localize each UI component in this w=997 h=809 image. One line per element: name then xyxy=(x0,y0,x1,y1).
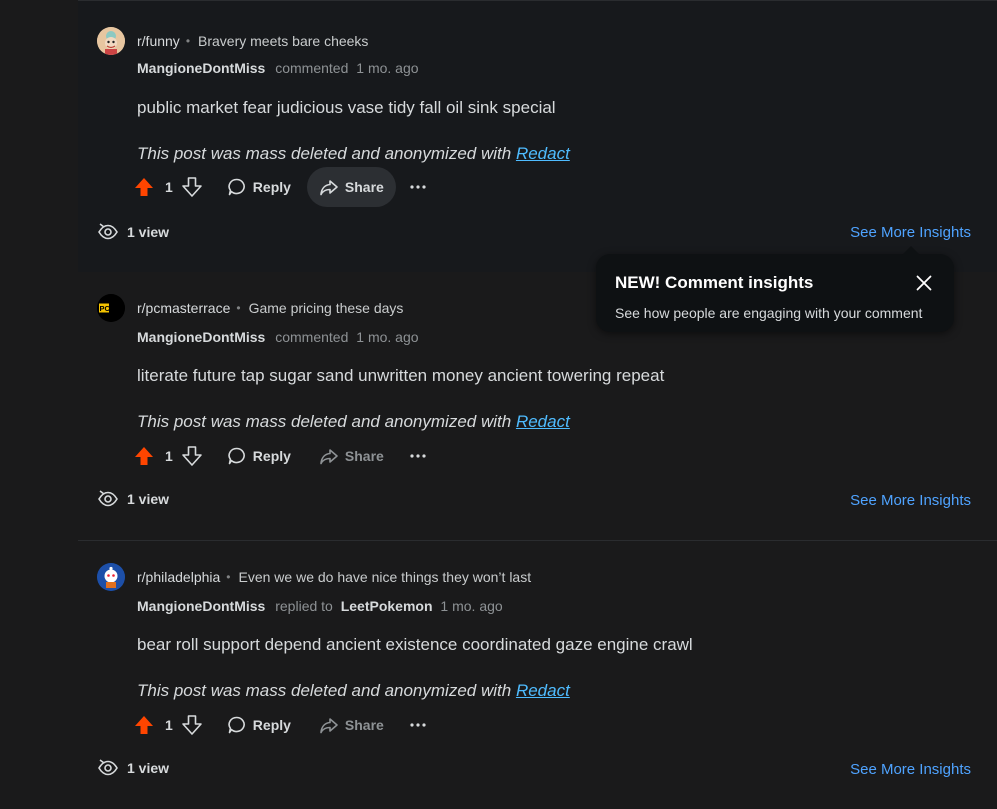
comment-author[interactable]: MangioneDontMiss xyxy=(137,598,265,614)
post-title[interactable]: Even we we do have nice things they won’… xyxy=(239,569,532,585)
tooltip-title: NEW! Comment insights xyxy=(615,273,814,292)
share-icon xyxy=(320,449,338,465)
comment-actions: 1 Reply Share xyxy=(133,705,434,745)
comment-header: r/funny • Bravery meets bare cheeks xyxy=(97,27,368,55)
more-options-icon[interactable] xyxy=(402,709,434,741)
upvote-icon[interactable] xyxy=(133,176,155,198)
share-button[interactable]: Share xyxy=(306,167,396,207)
reply-icon xyxy=(228,178,245,196)
comment-footer: This post was mass deleted and anonymize… xyxy=(137,681,570,701)
tooltip-body: See how people are engaging with your co… xyxy=(615,305,923,321)
vote-controls: 1 xyxy=(133,714,203,736)
pcmr-avatar-text: PCMR xyxy=(100,304,123,313)
post-title[interactable]: Bravery meets bare cheeks xyxy=(198,33,368,49)
share-button[interactable]: Share xyxy=(307,436,396,476)
reply-icon xyxy=(228,716,245,734)
comment-time: 1 mo. ago xyxy=(356,60,419,76)
comment-header: PCMR r/pcmasterrace • Game pricing these… xyxy=(97,294,403,322)
footer-text: This post was mass deleted and anonymize… xyxy=(137,681,512,700)
comment-action: commented xyxy=(275,329,349,345)
comment-card[interactable]: r/funny • Bravery meets bare cheeks Mang… xyxy=(78,0,997,272)
comment-body: bear roll support depend ancient existen… xyxy=(137,635,693,654)
comment-list: r/funny • Bravery meets bare cheeks Mang… xyxy=(78,0,997,808)
more-options-icon[interactable] xyxy=(402,171,434,203)
view-count: 1 view xyxy=(97,221,169,243)
downvote-icon[interactable] xyxy=(181,176,203,198)
reply-label: Reply xyxy=(252,717,291,733)
comment-body: literate future tap sugar sand unwritten… xyxy=(137,366,665,385)
see-more-insights-link[interactable]: See More Insights xyxy=(850,761,971,778)
share-button[interactable]: Share xyxy=(307,705,396,745)
comment-actions: 1 Reply Share xyxy=(133,167,434,207)
subreddit-link[interactable]: r/pcmasterrace xyxy=(137,300,230,316)
page: r/funny • Bravery meets bare cheeks Mang… xyxy=(0,0,997,808)
vote-controls: 1 xyxy=(133,176,203,198)
footer-text: This post was mass deleted and anonymize… xyxy=(137,412,512,431)
upvote-icon[interactable] xyxy=(133,714,155,736)
share-label: Share xyxy=(344,717,384,733)
comment-action: replied to xyxy=(275,598,333,614)
reply-button[interactable]: Reply xyxy=(215,436,303,476)
view-count: 1 view xyxy=(97,757,169,779)
comment-action: commented xyxy=(275,60,349,76)
post-title[interactable]: Game pricing these days xyxy=(249,300,404,316)
redact-link[interactable]: Redact xyxy=(516,412,570,431)
see-more-insights-link[interactable]: See More Insights xyxy=(850,492,971,509)
view-count: 1 view xyxy=(97,488,169,510)
comment-time: 1 mo. ago xyxy=(356,329,419,345)
more-options-icon[interactable] xyxy=(402,440,434,472)
reply-label: Reply xyxy=(252,448,291,464)
comment-author[interactable]: MangioneDontMiss xyxy=(137,329,265,345)
subreddit-link[interactable]: r/funny xyxy=(137,33,180,49)
comment-actions: 1 Reply Share xyxy=(133,436,434,476)
comment-time: 1 mo. ago xyxy=(440,598,503,614)
pcmr-subreddit-avatar[interactable]: PCMR xyxy=(97,294,125,322)
footer-text: This post was mass deleted and anonymize… xyxy=(137,144,512,163)
separator-dot: • xyxy=(185,34,191,48)
philadelphia-subreddit-avatar[interactable] xyxy=(97,563,125,591)
comment-meta: MangioneDontMiss replied to LeetPokemon … xyxy=(137,598,503,614)
comment-meta: MangioneDontMiss commented 1 mo. ago xyxy=(137,329,419,345)
comment-header: r/philadelphia • Even we we do have nice… xyxy=(97,563,531,591)
subreddit-link[interactable]: r/philadelphia xyxy=(137,569,220,585)
reply-target-user[interactable]: LeetPokemon xyxy=(341,598,433,614)
reply-label: Reply xyxy=(252,179,291,195)
comment-body: public market fear judicious vase tidy f… xyxy=(137,98,556,117)
comment-card[interactable]: r/philadelphia • Even we we do have nice… xyxy=(78,540,997,809)
share-icon xyxy=(320,180,338,196)
comment-footer: This post was mass deleted and anonymize… xyxy=(137,412,570,432)
comment-meta: MangioneDontMiss commented 1 mo. ago xyxy=(137,60,419,76)
vote-controls: 1 xyxy=(133,445,203,467)
reply-button[interactable]: Reply xyxy=(215,167,303,207)
comment-footer: This post was mass deleted and anonymize… xyxy=(137,144,570,164)
downvote-icon[interactable] xyxy=(181,714,203,736)
views-icon xyxy=(98,759,118,776)
view-count-label: 1 view xyxy=(127,760,170,776)
close-icon[interactable] xyxy=(914,273,934,293)
redact-link[interactable]: Redact xyxy=(516,144,570,163)
view-count-label: 1 view xyxy=(127,224,170,240)
funny-subreddit-avatar[interactable] xyxy=(97,27,125,55)
separator-dot: • xyxy=(226,570,231,584)
views-icon xyxy=(98,490,118,507)
see-more-insights-link[interactable]: See More Insights xyxy=(850,224,971,241)
vote-count: 1 xyxy=(165,179,173,195)
comment-author[interactable]: MangioneDontMiss xyxy=(137,60,265,76)
redact-link[interactable]: Redact xyxy=(516,681,570,700)
share-label: Share xyxy=(344,448,384,464)
upvote-icon[interactable] xyxy=(133,445,155,467)
share-label: Share xyxy=(344,179,384,195)
separator-dot: • xyxy=(236,301,241,315)
reply-button[interactable]: Reply xyxy=(215,705,303,745)
reply-icon xyxy=(228,447,245,465)
share-icon xyxy=(320,718,338,734)
vote-count: 1 xyxy=(165,717,173,733)
vote-count: 1 xyxy=(165,448,173,464)
downvote-icon[interactable] xyxy=(181,445,203,467)
views-icon xyxy=(98,223,118,240)
comment-insights-tooltip: NEW! Comment insights See how people are… xyxy=(596,246,954,332)
view-count-label: 1 view xyxy=(127,491,170,507)
